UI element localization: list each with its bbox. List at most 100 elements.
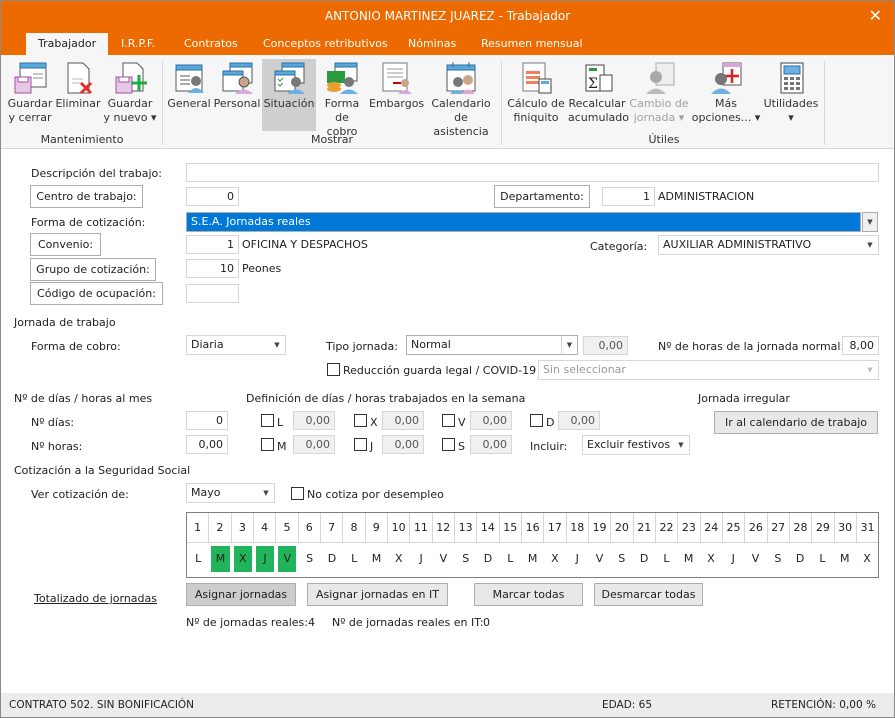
calendar-day-cell[interactable]: S [457, 546, 475, 572]
tipo-jornada-select[interactable]: Normal ▼ [406, 335, 578, 355]
calendar-day-cell[interactable]: S [300, 546, 318, 572]
convenio-input[interactable]: 1 [186, 235, 239, 254]
asignar-jornadas-button[interactable]: Asignar jornadas [186, 583, 296, 606]
weekday-input-x[interactable]: 0,00 [382, 411, 424, 430]
no-cotiza-desempleo-checkbox[interactable] [291, 487, 304, 500]
calendar-day-cell[interactable]: M [367, 546, 385, 572]
horas-input[interactable]: 0,00 [186, 435, 228, 454]
guardar-cerrar-button[interactable]: Guardar y cerrar [7, 59, 53, 125]
calendar-day-cell[interactable]: M [680, 546, 698, 572]
grupo-cotizacion-input[interactable]: 10 [186, 259, 239, 278]
calendar-day-cell[interactable]: M [836, 546, 854, 572]
calendar-day-cell[interactable]: D [635, 546, 653, 572]
weekday-checkbox-v[interactable] [442, 414, 455, 427]
chevron-down-icon[interactable]: ▼ [862, 236, 878, 254]
weekday-input-v[interactable]: 0,00 [470, 411, 512, 430]
situacion-button[interactable]: Situación [262, 59, 316, 131]
close-icon[interactable]: ✕ [869, 1, 882, 31]
calendar-day-cell[interactable]: V [746, 546, 764, 572]
marcar-todas-button[interactable]: Marcar todas [474, 583, 583, 606]
cambio-jornada-button[interactable]: Cambio de jornada ▾ [629, 59, 689, 125]
calendar-day-cell[interactable]: X [858, 546, 876, 572]
calendar-day-cell[interactable]: X [390, 546, 408, 572]
utilidades-button[interactable]: Utilidades ▾ [763, 59, 819, 125]
weekday-checkbox-l[interactable] [261, 414, 274, 427]
centro-trabajo-input[interactable]: 0 [186, 187, 239, 206]
calendar-day-marked[interactable]: J [255, 546, 275, 572]
chevron-down-icon[interactable]: ▼ [862, 212, 878, 232]
forma-cobro-button[interactable]: Forma de cobro [319, 59, 365, 139]
dias-input[interactable]: 0 [186, 411, 228, 430]
tab-nominas[interactable]: Nóminas [396, 33, 468, 55]
weekday-checkbox-j[interactable] [354, 438, 367, 451]
calendar-day-cell[interactable]: V [590, 546, 608, 572]
calendar-day-cell[interactable]: D [479, 546, 497, 572]
forma-cotizacion-select[interactable]: S.E.A. Jornadas reales ▼ [186, 212, 878, 232]
eliminar-button[interactable]: Eliminar [55, 59, 101, 111]
grupo-cotizacion-button[interactable]: Grupo de cotización: [30, 258, 156, 281]
calendar-day-cell[interactable]: S [769, 546, 787, 572]
weekday-input-d[interactable]: 0,00 [558, 411, 600, 430]
chevron-down-icon[interactable]: ▼ [258, 484, 274, 502]
calendar-day-cell[interactable]: L [345, 546, 363, 572]
calendar-day-cell[interactable]: M [523, 546, 541, 572]
convenio-button[interactable]: Convenio: [30, 233, 101, 256]
weekday-input-l[interactable]: 0,00 [293, 411, 335, 430]
calendar-day-cell[interactable]: V [434, 546, 452, 572]
codigo-ocupacion-button[interactable]: Código de ocupación: [30, 282, 163, 305]
departamento-input[interactable]: 1 [602, 187, 655, 206]
calendar-day-cell[interactable]: J [724, 546, 742, 572]
tab-irpf[interactable]: I.R.P.F. [109, 33, 167, 55]
codigo-ocupacion-input[interactable] [186, 284, 239, 303]
calendar-day-cell[interactable]: L [189, 546, 207, 572]
tab-trabajador[interactable]: Trabajador [26, 33, 109, 55]
chevron-down-icon[interactable]: ▼ [673, 436, 689, 454]
totalizado-jornadas-link[interactable]: Totalizado de jornadas [34, 592, 157, 605]
calendar-day-cell[interactable]: J [568, 546, 586, 572]
chevron-down-icon[interactable]: ▼ [269, 336, 285, 354]
calendar-day-cell[interactable]: X [702, 546, 720, 572]
ir-calendario-trabajo-button[interactable]: Ir al calendario de trabajo [714, 411, 878, 434]
horas-normal-input[interactable]: 8,00 [842, 336, 879, 355]
weekday-input-s[interactable]: 0,00 [470, 435, 512, 454]
forma-cobro-select[interactable]: Diaria ▼ [186, 335, 286, 355]
weekday-checkbox-x[interactable] [354, 414, 367, 427]
asignar-jornadas-it-button[interactable]: Asignar jornadas en IT [307, 583, 448, 606]
calendario-asistencia-button[interactable]: Calendario de asistencia [427, 59, 495, 139]
mas-opciones-button[interactable]: Más opciones... ▾ [691, 59, 761, 125]
weekday-checkbox-s[interactable] [442, 438, 455, 451]
calendar-day-cell[interactable]: D [791, 546, 809, 572]
reduccion-checkbox[interactable] [327, 363, 340, 376]
calendar-day-cell[interactable]: L [501, 546, 519, 572]
guardar-nuevo-button[interactable]: Guardar y nuevo ▾ [103, 59, 157, 125]
calculo-finiquito-button[interactable]: Cálculo de finiquito [507, 59, 565, 125]
calendar-day-marked[interactable]: X [233, 546, 252, 572]
general-button[interactable]: General [167, 59, 211, 111]
chevron-down-icon[interactable]: ▼ [561, 336, 577, 354]
calendar-day-cell[interactable]: L [813, 546, 831, 572]
calendar-day-cell[interactable]: S [613, 546, 631, 572]
personal-button[interactable]: Personal [213, 59, 261, 111]
calendar-day-cell[interactable]: D [323, 546, 341, 572]
ver-cotizacion-select[interactable]: Mayo ▼ [186, 483, 275, 503]
weekday-input-j[interactable]: 0,00 [382, 435, 424, 454]
tab-conceptos-retributivos[interactable]: Conceptos retributivos [251, 33, 400, 55]
calendar-day-cell[interactable]: J [412, 546, 430, 572]
weekday-checkbox-m[interactable] [261, 438, 274, 451]
calendar-day-cell[interactable]: X [546, 546, 564, 572]
desmarcar-todas-button[interactable]: Desmarcar todas [594, 583, 703, 606]
descripcion-input[interactable] [186, 163, 879, 182]
tab-contratos[interactable]: Contratos [172, 33, 250, 55]
departamento-button[interactable]: Departamento: [494, 185, 590, 208]
incluir-select[interactable]: Excluir festivos ▼ [582, 435, 690, 455]
calendar-day-marked[interactable]: M [211, 546, 230, 572]
weekday-input-m[interactable]: 0,00 [293, 435, 335, 454]
weekday-checkbox-d[interactable] [530, 414, 543, 427]
calendar-day-cell[interactable]: L [657, 546, 675, 572]
categoria-select[interactable]: AUXILIAR ADMINISTRATIVO ▼ [658, 235, 879, 255]
calendar-day-marked[interactable]: V [278, 546, 297, 572]
centro-trabajo-button[interactable]: Centro de trabajo: [30, 185, 143, 208]
embargos-button[interactable]: Embargos [369, 59, 424, 111]
tab-resumen-mensual[interactable]: Resumen mensual [469, 33, 595, 55]
recalcular-acumulado-button[interactable]: Σ Recalcular acumulado [568, 59, 629, 125]
